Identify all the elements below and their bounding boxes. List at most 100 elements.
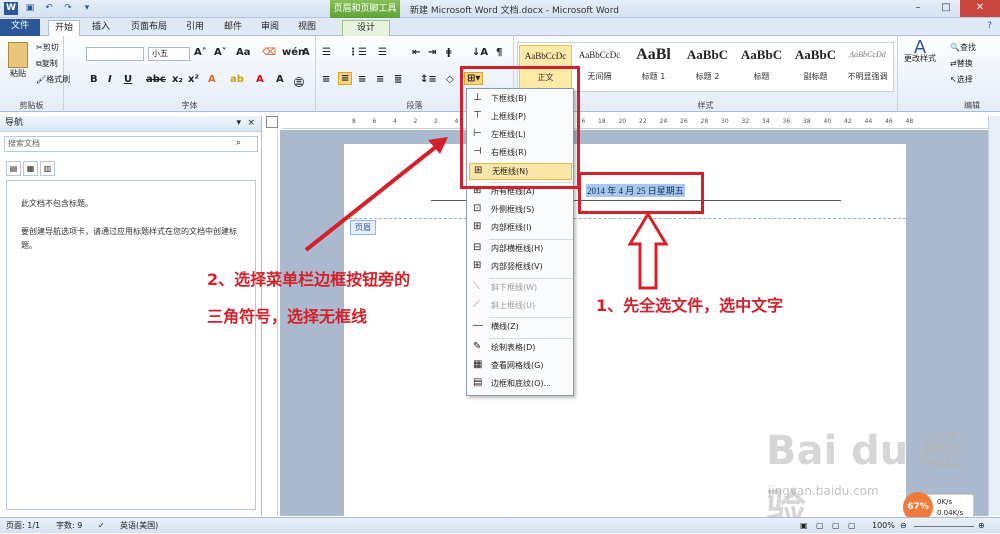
tab-mailings[interactable]: 邮件 [218,20,248,36]
enclose-char-icon[interactable]: ㊂ [294,74,304,89]
grow-font-icon[interactable]: A˄ [194,47,207,58]
justify-icon[interactable]: ≡ [376,74,384,85]
sort-icon[interactable]: ↓A [472,47,488,58]
tab-design[interactable]: 设计 [342,20,390,36]
bold-icon[interactable]: B [90,74,98,85]
save-icon[interactable]: ▣ [23,2,37,15]
char-border-icon[interactable]: A [302,47,310,58]
tab-view[interactable]: 视图 [292,20,322,36]
font-name-combo[interactable] [86,47,144,61]
pages-view-icon[interactable]: ▦ [23,161,38,176]
align-right-icon[interactable]: ≡ [358,74,366,85]
shrink-font-icon[interactable]: A˅ [214,47,227,58]
minimize-icon[interactable]: – [904,0,932,17]
strikethrough-icon[interactable]: abc [146,74,166,85]
change-case-icon[interactable]: Aa [236,47,251,58]
find-label: 查找 [959,43,976,52]
view-print-layout-icon[interactable]: ▣ [800,519,808,533]
style-heading-1[interactable]: AaBl 标题 1 [627,45,680,89]
zoom-in-icon[interactable]: ⊕ [978,519,985,533]
border-option-icon: ⊞ [473,260,482,271]
text-effects-icon[interactable]: A [208,74,216,85]
border-menu-item[interactable]: ▤ 边框和底纹(O)... [469,376,572,393]
font-color-icon[interactable]: A [256,74,264,85]
distributed-icon[interactable]: ≣ [394,74,402,85]
results-view-icon[interactable]: ▥ [40,161,55,176]
decrease-indent-icon[interactable]: ⇤ [412,47,420,58]
border-menu-item[interactable]: ⊞ 内部竖框线(V) [469,259,572,276]
clear-format-icon[interactable]: ⌫ [262,47,276,58]
find-button[interactable]: 🔍查找 [950,42,976,53]
border-menu-item[interactable]: ⊞ 内部框线(I) [469,220,572,237]
paste-icon [8,42,28,68]
border-menu-item[interactable]: ▦ 查看网格线(G) [469,358,572,375]
line-spacing-icon[interactable]: ↕≡ [420,74,437,85]
style-subtitle[interactable]: AaBbC 副标题 [789,45,842,89]
subscript-icon[interactable]: x₂ [172,74,183,85]
paste-button[interactable]: 粘贴 [6,42,30,79]
close-icon[interactable]: ✕ [960,0,1000,17]
nav-close-icon[interactable]: × [247,116,255,131]
superscript-icon[interactable]: x² [188,74,199,85]
show-marks-icon[interactable]: ¶ [496,47,502,58]
chinese-layout-icon[interactable]: ǂ [446,47,451,58]
customize-qat-icon[interactable]: ▾ [80,2,94,15]
tab-file[interactable]: 文件 [0,19,40,36]
font-size-combo[interactable]: 小五 [148,47,190,61]
change-styles-button[interactable]: A 更改样式 [900,39,940,64]
border-option-icon: ⟋ [473,299,480,310]
search-icon[interactable]: ⌕ [236,138,241,148]
style-heading-2[interactable]: AaBbC 标题 2 [681,45,734,89]
align-center-icon[interactable]: ≡ [338,72,353,85]
select-button[interactable]: ↖选择 [950,74,973,85]
italic-icon[interactable]: I [108,74,112,85]
char-shading-icon[interactable]: A [276,74,284,85]
page-count[interactable]: 页面: 1/1 [6,519,40,533]
style-sample: AaBbC [686,47,729,62]
tab-review[interactable]: 审阅 [255,20,285,36]
replace-button[interactable]: ⇄替换 [950,58,973,69]
zoom-level[interactable]: 100% [872,519,895,533]
language[interactable]: 英语(美国) [120,519,158,533]
proofing-icon[interactable]: ✓ [98,519,105,533]
border-menu-item[interactable]: ― 横线(Z) [469,319,572,336]
border-menu-item[interactable]: ⊟ 内部横框线(H) [469,241,572,258]
tab-selector[interactable] [266,116,278,128]
multilevel-list-icon[interactable]: ☰ [378,47,387,58]
tab-insert[interactable]: 插入 [86,20,116,36]
shading-icon[interactable]: ◇ [446,74,454,85]
copy-button[interactable]: ⧉复制 [36,58,58,69]
style-subtle-emphasis[interactable]: AaBbCcDd 不明显强调 [841,45,894,89]
border-menu-item[interactable]: ✎ 绘制表格(D) [469,340,572,357]
underline-icon[interactable]: U [124,74,132,85]
nav-search-input[interactable]: 搜索文档 [4,136,258,152]
undo-icon[interactable]: ↶ [42,2,56,15]
tab-references[interactable]: 引用 [180,20,210,36]
highlight-icon[interactable]: ab [230,74,244,85]
zoom-slider[interactable] [914,526,974,527]
nav-menu-icon[interactable]: ▾ [236,116,241,131]
numbering-icon[interactable]: ⋮☰ [348,47,367,58]
tab-home[interactable]: 开始 [48,20,80,36]
view-outline-icon[interactable]: ▢ [848,519,856,533]
help-icon[interactable]: ? [987,21,992,31]
style-title[interactable]: AaBbC 标题 [735,45,788,89]
redo-icon[interactable]: ↷ [61,2,75,15]
border-menu-item[interactable]: ⊡ 外侧框线(S) [469,202,572,219]
horizontal-ruler[interactable]: 8642246810121416182022242628303234363840… [282,116,988,129]
zoom-out-icon[interactable]: ⊖ [900,519,907,533]
cut-button[interactable]: ✂剪切 [36,42,59,53]
border-option-icon: ⟍ [473,281,480,292]
style-no-spacing[interactable]: AaBbCcDc 无间隔 [573,45,626,89]
maximize-icon[interactable]: □ [932,0,960,17]
view-web-icon[interactable]: ▢ [832,519,840,533]
align-left-icon[interactable]: ≡ [322,74,330,85]
bullets-icon[interactable]: ☰ [322,47,331,58]
word-count[interactable]: 字数: 9 [56,519,82,533]
view-full-screen-icon[interactable]: ▢ [816,519,824,533]
ruler-tick: 26 [680,118,688,125]
increase-indent-icon[interactable]: ⇥ [428,47,436,58]
tab-page-layout[interactable]: 页面布局 [124,20,174,36]
ruler-tick: 44 [864,118,873,125]
headings-view-icon[interactable]: ▤ [6,161,21,176]
